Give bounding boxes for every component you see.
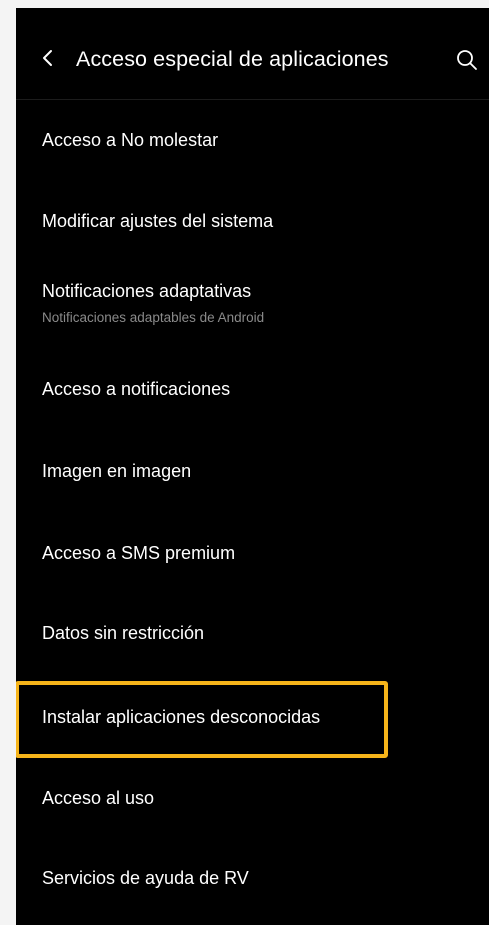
page-title: Acceso especial de aplicaciones: [76, 47, 389, 71]
search-icon: [457, 50, 477, 70]
list-item-title: Instalar aplicaciones desconocidas: [42, 707, 321, 727]
list-item-acceso-al-uso[interactable]: Acceso al uso: [16, 760, 489, 840]
list-item-title: Acceso a No molestar: [42, 130, 219, 150]
list-item-title: Modificar ajustes del sistema: [42, 211, 274, 231]
list-item-sms-premium[interactable]: Acceso a SMS premium: [16, 512, 489, 592]
list-item-subtitle: Notificaciones adaptables de Android: [42, 310, 265, 325]
list-item-title: Acceso al uso: [42, 788, 155, 808]
app-bar: Acceso especial de aplicaciones: [16, 8, 489, 100]
list-item-notificaciones-adaptativas[interactable]: Notificaciones adaptativas Notificacione…: [16, 262, 489, 350]
list-item-title: Acceso a SMS premium: [42, 543, 236, 563]
list-item-title: Acceso a notificaciones: [42, 379, 231, 399]
list-item-title: Notificaciones adaptativas: [42, 281, 252, 301]
list-item-datos-sin-restriccion[interactable]: Datos sin restricción: [16, 592, 489, 676]
list-item-imagen-en-imagen[interactable]: Imagen en imagen: [16, 430, 489, 512]
back-button[interactable]: [36, 44, 60, 72]
list-item-title: Imagen en imagen: [42, 461, 192, 481]
list-item-modificar-ajustes[interactable]: Modificar ajustes del sistema: [16, 180, 489, 262]
list-item-servicios-ayuda-rv[interactable]: Servicios de ayuda de RV: [16, 840, 489, 925]
list-item-title: Servicios de ayuda de RV: [42, 868, 249, 888]
list-item-instalar-aplicaciones-desconocidas[interactable]: Instalar aplicaciones desconocidas: [16, 676, 489, 760]
list-item-no-molestar[interactable]: Acceso a No molestar: [16, 100, 489, 180]
list-item-acceso-notificaciones[interactable]: Acceso a notificaciones: [16, 350, 489, 430]
chevron-left-icon: [43, 50, 52, 66]
list-item-title: Datos sin restricción: [42, 623, 205, 643]
search-button[interactable]: [453, 46, 481, 74]
settings-screen: Acceso especial de aplicaciones Acceso a…: [16, 8, 489, 925]
